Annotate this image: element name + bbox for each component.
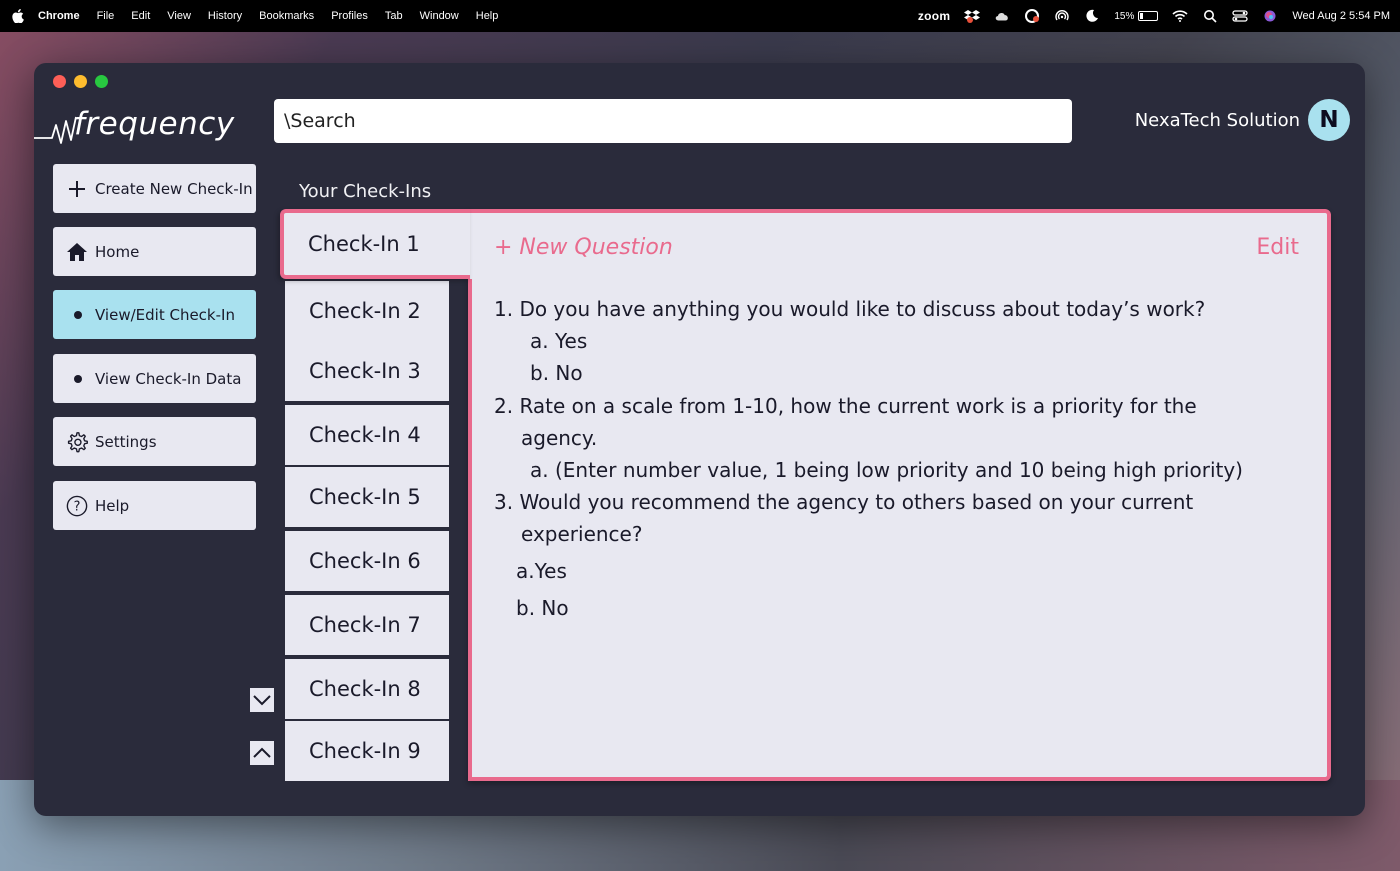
account-area[interactable]: NexaTech Solution N <box>1135 99 1350 141</box>
svg-text:?: ? <box>74 499 81 514</box>
menu-view[interactable]: View <box>167 10 191 22</box>
avatar[interactable]: N <box>1308 99 1350 141</box>
gear-icon <box>66 431 88 453</box>
battery-percent: 15% <box>1114 10 1135 22</box>
home-icon <box>66 241 88 263</box>
minimize-window-button[interactable] <box>74 75 87 88</box>
battery-icon <box>1138 11 1159 21</box>
menu-profiles[interactable]: Profiles <box>331 10 368 22</box>
plus-icon <box>66 178 88 200</box>
check-in-item-5[interactable]: Check-In 5 <box>285 467 449 527</box>
menu-app-name[interactable]: Chrome <box>38 10 80 22</box>
answer-option: a. Yes <box>530 329 588 353</box>
question-2-continued: agency. <box>521 426 598 450</box>
check-in-item-2[interactable]: Check-In 2 <box>285 281 449 341</box>
nav-label: Create New Check-In <box>95 179 253 198</box>
chevron-down-icon <box>253 695 271 706</box>
answer-option: a. (Enter number value, 1 being low prio… <box>530 458 1243 482</box>
check-in-label: Check-In 5 <box>309 485 421 509</box>
check-in-label: Check-In 4 <box>309 423 421 447</box>
zoom-status[interactable]: zoom <box>918 9 951 23</box>
check-in-label: Check-In 9 <box>309 739 421 763</box>
check-in-label: Check-In 6 <box>309 549 421 573</box>
check-in-item-1[interactable]: Check-In 1 <box>280 209 470 279</box>
menu-window[interactable]: Window <box>420 10 459 22</box>
nav-label: View Check-In Data <box>95 369 242 388</box>
check-in-label: Check-In 2 <box>309 299 421 323</box>
window-controls <box>53 75 108 88</box>
logo-wordmark: frequency <box>74 106 235 142</box>
bullet-icon <box>74 310 82 319</box>
creative-cloud-icon[interactable] <box>1024 9 1040 23</box>
chevron-up-icon <box>253 747 271 758</box>
moon-icon[interactable] <box>1084 9 1100 23</box>
nav-label: View/Edit Check-In <box>95 305 235 324</box>
sidebar-item-home[interactable]: Home <box>53 227 256 276</box>
check-in-detail-panel: + New Question Edit 1. Do you have anyth… <box>468 209 1331 781</box>
new-question-button[interactable]: + New Question <box>494 235 673 260</box>
sidebar-item-view-check-in-data[interactable]: View Check-In Data <box>53 354 256 403</box>
app-logo[interactable]: frequency <box>34 101 234 151</box>
scroll-down-button[interactable] <box>250 688 274 712</box>
menu-bookmarks[interactable]: Bookmarks <box>259 10 314 22</box>
nav-label: Home <box>95 242 140 261</box>
battery-status[interactable]: 15% <box>1114 10 1159 22</box>
check-in-label: Check-In 3 <box>309 359 421 383</box>
menu-edit[interactable]: Edit <box>131 10 150 22</box>
check-in-item-9[interactable]: Check-In 9 <box>285 721 449 781</box>
check-in-item-4[interactable]: Check-In 4 <box>285 405 449 465</box>
check-in-item-8[interactable]: Check-In 8 <box>285 659 449 719</box>
create-new-check-in-button[interactable]: Create New Check-In <box>53 164 256 213</box>
menu-file[interactable]: File <box>97 10 115 22</box>
check-in-item-6[interactable]: Check-In 6 <box>285 531 449 591</box>
sidebar-item-help[interactable]: ? Help <box>53 481 256 530</box>
check-in-item-7[interactable]: Check-In 7 <box>285 595 449 655</box>
answer-option: b. No <box>530 361 583 385</box>
dropbox-icon[interactable] <box>964 9 981 23</box>
bullet-icon <box>74 374 82 383</box>
check-in-item-3[interactable]: Check-In 3 <box>285 341 449 401</box>
airdrop-icon[interactable] <box>1054 9 1070 23</box>
answer-option: a.Yes <box>516 559 567 583</box>
control-center-icon[interactable] <box>1232 9 1249 23</box>
question-3: 3. Would you recommend the agency to oth… <box>494 490 1194 514</box>
close-window-button[interactable] <box>53 75 66 88</box>
menu-bar: Chrome File Edit View History Bookmarks … <box>0 0 1400 32</box>
check-in-label: Check-In 7 <box>309 613 421 637</box>
maximize-window-button[interactable] <box>95 75 108 88</box>
edit-button[interactable]: Edit <box>1256 235 1299 260</box>
question-3-continued: experience? <box>521 522 643 546</box>
clock[interactable]: Wed Aug 2 5:54 PM <box>1292 10 1390 22</box>
siri-icon[interactable] <box>1262 9 1278 23</box>
sidebar-item-view-edit-check-in[interactable]: View/Edit Check-In <box>53 290 256 339</box>
scroll-up-button[interactable] <box>250 741 274 765</box>
question-2: 2. Rate on a scale from 1-10, how the cu… <box>494 394 1197 418</box>
check-ins-heading: Your Check-Ins <box>299 181 432 202</box>
menu-help[interactable]: Help <box>476 10 499 22</box>
menu-history[interactable]: History <box>208 10 242 22</box>
sidebar-item-settings[interactable]: Settings <box>53 417 256 466</box>
organization-name: NexaTech Solution <box>1134 109 1300 131</box>
nav-label: Settings <box>95 432 157 451</box>
check-in-label: Check-In 1 <box>308 232 420 256</box>
nav-label: Help <box>95 496 130 515</box>
question-1: 1. Do you have anything you would like t… <box>494 297 1206 321</box>
wifi-icon[interactable] <box>1172 9 1188 23</box>
answer-option: b. No <box>516 596 569 620</box>
menu-tab[interactable]: Tab <box>385 10 403 22</box>
check-in-label: Check-In 8 <box>309 677 421 701</box>
help-icon: ? <box>66 495 88 517</box>
spotlight-search-icon[interactable] <box>1202 9 1218 23</box>
apple-icon[interactable] <box>12 9 24 23</box>
app-window: frequency NexaTech Solution N Create New… <box>34 63 1365 816</box>
cloud-icon[interactable] <box>994 9 1010 23</box>
search-input[interactable] <box>274 99 1072 143</box>
